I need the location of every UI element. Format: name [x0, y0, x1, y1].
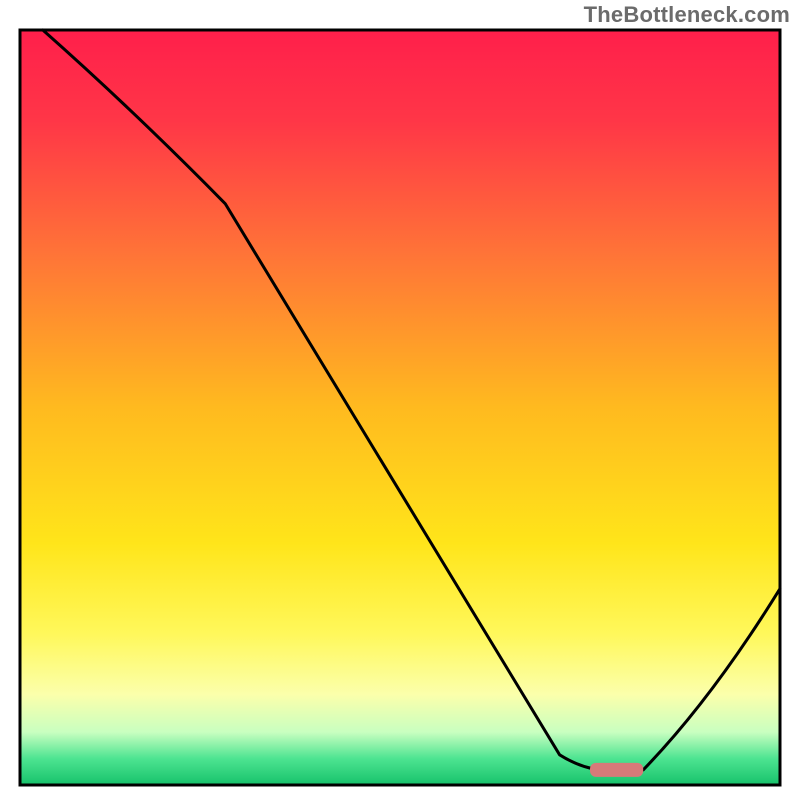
bottleneck-chart [0, 0, 800, 800]
optimal-marker [590, 763, 643, 777]
watermark-text: TheBottleneck.com [584, 2, 790, 28]
chart-container: TheBottleneck.com [0, 0, 800, 800]
plot-background [20, 30, 780, 785]
